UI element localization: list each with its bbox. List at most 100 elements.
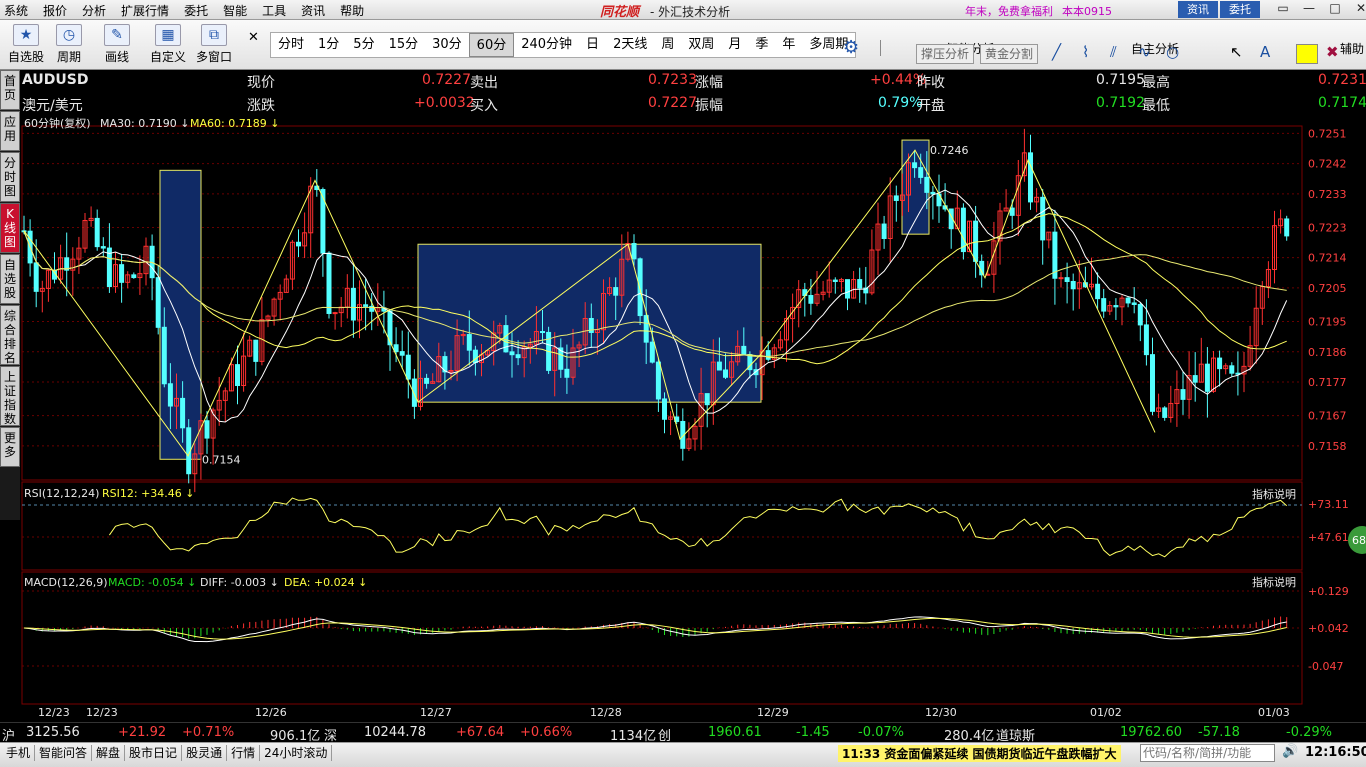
bottom-tab-4[interactable]: 股灵通 [182, 745, 228, 761]
period-button[interactable]: ◷ 周期 [56, 24, 82, 65]
support-resistance-button[interactable]: 撑压分析 [916, 44, 974, 64]
channel-tool-icon[interactable]: ⫽ [1110, 43, 1117, 61]
bottom-tab-2[interactable]: 解盘 [92, 745, 126, 761]
label-ask: 卖出 [470, 75, 498, 91]
candle-body [1064, 277, 1070, 282]
menu-items: 系统 报价 分析 扩展行情 委托 智能 工具 资讯 帮助 [4, 2, 379, 19]
rsi-badge-label: 68 [1352, 534, 1366, 547]
multiwindow-button[interactable]: ⧉ 多窗口 [196, 24, 232, 65]
period-6[interactable]: 240分钟 [514, 33, 579, 57]
color-swatch[interactable] [1296, 44, 1318, 64]
candle-body [832, 279, 838, 282]
draw-button[interactable]: ✎ 画线 [104, 24, 130, 65]
bottom-tab-1[interactable]: 智能问答 [35, 745, 93, 761]
period-10[interactable]: 双周 [681, 33, 721, 57]
dj-value: 19762.60 [1120, 725, 1183, 740]
candle-body [253, 339, 259, 362]
rsi-help-button: 指标说明 [1252, 487, 1296, 501]
delete-tool-icon[interactable]: ✖ [1326, 43, 1339, 61]
code-search-input[interactable] [1140, 744, 1275, 762]
candle-body [94, 217, 100, 248]
news-button[interactable]: 资讯 [1178, 1, 1218, 18]
macd-tick: +0.129 [1308, 585, 1349, 598]
period-12[interactable]: 季 [748, 33, 775, 57]
assist-header[interactable]: 辅助 [1340, 40, 1364, 57]
candle-body [235, 364, 240, 387]
circle-tool-icon[interactable]: ○ [1166, 43, 1179, 61]
menu-item-5[interactable]: 智能 [223, 2, 247, 19]
value-high: 0.7231 [1318, 72, 1366, 88]
bottom-tab-6[interactable]: 24小时滚动 [260, 745, 333, 761]
value-low: 0.7174 [1318, 95, 1366, 111]
kline-chart[interactable]: 0.7251 0.7242 0.7233 0.7223 0.7214 0.7205 0.71… [0, 116, 1366, 722]
gear-icon[interactable]: ⚙ [843, 37, 859, 58]
trade-button[interactable]: 委托 [1220, 1, 1260, 18]
candle-body [893, 195, 899, 201]
menu-item-3[interactable]: 扩展行情 [121, 2, 169, 19]
candle-body [1284, 218, 1290, 237]
minimize-icon[interactable]: — [1296, 1, 1322, 18]
candle-body [973, 220, 979, 262]
promo-link[interactable]: 年末，免费拿福利 [965, 3, 1053, 19]
menu-item-2[interactable]: 分析 [82, 2, 106, 19]
candle-body [881, 223, 887, 239]
menu-item-6[interactable]: 工具 [262, 2, 286, 19]
menu-item-4[interactable]: 委托 [184, 2, 208, 19]
close-icon[interactable]: ✕ [1348, 1, 1366, 18]
period-5[interactable]: 60分 [468, 33, 515, 57]
period-11[interactable]: 月 [721, 33, 748, 57]
candle-body [1204, 363, 1210, 392]
period-7[interactable]: 日 [579, 33, 606, 57]
window-controls: ▭ — □ ✕ [1270, 1, 1366, 18]
menu-item-1[interactable]: 报价 [43, 2, 67, 19]
bottom-tab-5[interactable]: 行情 [227, 745, 261, 761]
restore-icon[interactable]: ▭ [1270, 1, 1296, 18]
diff-value: DIFF: -0.003 ↓ [200, 576, 279, 589]
candle-body [1125, 297, 1131, 304]
cy-value: 1960.61 [708, 725, 762, 740]
label-change: 涨跌 [247, 98, 275, 114]
candle-body [1150, 354, 1155, 412]
candle-body [405, 354, 411, 380]
candle-body [296, 241, 301, 247]
period-1[interactable]: 1分 [311, 33, 346, 57]
period-4[interactable]: 30分 [425, 33, 469, 57]
x-tick-label: 01/02 [1090, 706, 1122, 719]
period-8[interactable]: 2天线 [606, 33, 654, 57]
sz-value: 10244.78 [364, 725, 427, 740]
bottom-tab-3[interactable]: 股市日记 [125, 745, 183, 761]
custom-button[interactable]: ▦ 自定义 [150, 24, 186, 65]
cursor-icon[interactable]: ↖ [1230, 43, 1243, 61]
label-low: 最低 [1142, 98, 1170, 114]
line-tool-icon[interactable]: ╱ [1052, 43, 1061, 61]
side-tab-0[interactable]: 首页 [0, 70, 20, 110]
candle-body [1217, 357, 1223, 370]
candle-body [167, 383, 173, 407]
maximize-icon[interactable]: □ [1322, 1, 1348, 18]
dj-change: -57.18 [1198, 725, 1240, 740]
polyline-tool-icon[interactable]: ⌇ [1082, 43, 1089, 61]
candle-body [332, 312, 338, 315]
text-tool-icon[interactable]: A [1260, 43, 1270, 61]
candle-body [204, 420, 210, 439]
menu-item-0[interactable]: 系统 [4, 2, 28, 19]
period-13[interactable]: 年 [775, 33, 802, 57]
period-0[interactable]: 分时 [271, 33, 311, 57]
wave-tool-icon[interactable]: ∿ [1138, 43, 1151, 61]
bottom-tab-0[interactable]: 手机 [2, 745, 36, 761]
speaker-icon[interactable]: 🔊 [1282, 744, 1298, 759]
period-9[interactable]: 周 [654, 33, 681, 57]
period-2[interactable]: 5分 [346, 33, 381, 57]
menu-item-7[interactable]: 资讯 [301, 2, 325, 19]
candle-body [1058, 277, 1064, 280]
watchlist-button[interactable]: ★ 自选股 [8, 24, 44, 65]
candle-body [924, 176, 930, 193]
close-period-icon[interactable]: ✕ [248, 30, 259, 45]
candle-body [363, 304, 369, 307]
period-3[interactable]: 15分 [382, 33, 426, 57]
golden-section-button[interactable]: 黄金分割 [980, 44, 1038, 64]
y-tick-label: 0.7186 [1308, 346, 1347, 359]
candle-body [1040, 196, 1046, 241]
news-ticker[interactable]: 11:33 资金面偏紧延续 国债期货临近午盘跌幅扩大 [838, 745, 1121, 762]
menu-item-8[interactable]: 帮助 [340, 2, 364, 19]
